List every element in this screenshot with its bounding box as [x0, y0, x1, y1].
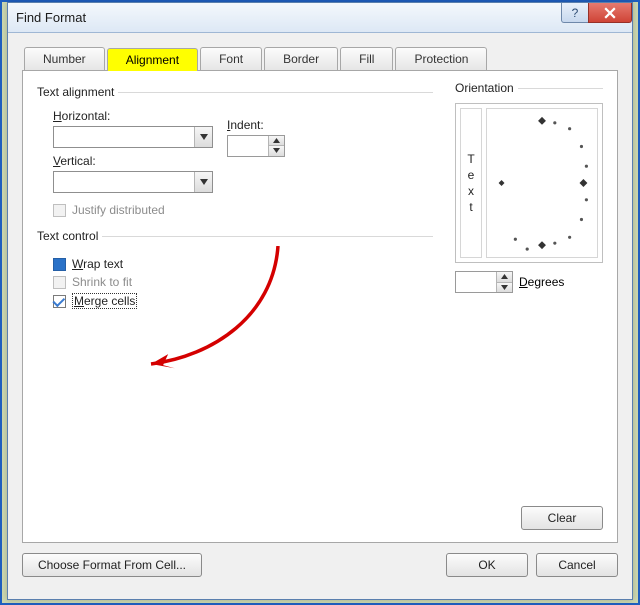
group-text-alignment: Text alignment Horizontal: — [37, 85, 433, 221]
window-title: Find Format — [16, 10, 86, 25]
orientation-panel: T e x t — [455, 103, 603, 263]
checkbox-merge-cells[interactable]: Merge cells — [53, 293, 433, 309]
checkbox-justify-distributed: Justify distributed — [53, 203, 433, 217]
group-orientation: Orientation T e x t — [455, 81, 603, 293]
spinner-degrees-down[interactable] — [496, 282, 512, 293]
tabstrip: Number Alignment Font Border Fill Protec… — [24, 47, 618, 70]
combo-vertical[interactable] — [53, 171, 213, 193]
cancel-button[interactable]: Cancel — [536, 553, 618, 577]
find-format-dialog: Find Format ? Number Alignment Font Bord… — [7, 2, 633, 600]
combo-vertical-input[interactable] — [54, 172, 194, 192]
spinner-indent[interactable] — [227, 135, 285, 157]
tab-fill[interactable]: Fill — [340, 47, 393, 70]
group-text-control: Text control Wrap text Shrink to fit Mer… — [37, 229, 433, 313]
tab-panel-alignment: Text alignment Horizontal: — [22, 70, 618, 543]
checkbox-merge-box[interactable] — [53, 295, 66, 308]
choose-format-from-cell-button[interactable]: Choose Format From Cell... — [22, 553, 202, 577]
combo-horizontal[interactable] — [53, 126, 213, 148]
checkbox-wrap-text-box[interactable] — [53, 258, 66, 271]
checkbox-wrap-text-label: Wrap text — [72, 257, 123, 271]
spinner-indent-input[interactable] — [228, 136, 268, 156]
checkbox-shrink-label: Shrink to fit — [72, 275, 132, 289]
legend-orientation: Orientation — [455, 81, 518, 95]
tab-alignment[interactable]: Alignment — [107, 48, 198, 71]
titlebar[interactable]: Find Format ? — [8, 3, 632, 33]
label-vertical: Vertical: — [53, 154, 213, 168]
orientation-vertical-text-button[interactable]: T e x t — [460, 108, 482, 258]
checkbox-wrap-text[interactable]: Wrap text — [53, 257, 433, 271]
ok-button[interactable]: OK — [446, 553, 528, 577]
combo-horizontal-dropdown[interactable] — [194, 127, 212, 147]
dialog-footer: Choose Format From Cell... OK Cancel — [22, 543, 618, 587]
checkbox-shrink-to-fit: Shrink to fit — [53, 275, 433, 289]
label-indent: Indent: — [227, 118, 285, 132]
help-button[interactable]: ? — [561, 3, 589, 23]
close-button[interactable] — [588, 3, 632, 23]
combo-horizontal-input[interactable] — [54, 127, 194, 147]
legend-text-control: Text control — [37, 229, 102, 243]
tab-number[interactable]: Number — [24, 47, 105, 70]
client-area: Number Alignment Font Border Fill Protec… — [8, 33, 632, 599]
spinner-degrees-up[interactable] — [496, 272, 512, 282]
legend-text-alignment: Text alignment — [37, 85, 118, 99]
spinner-degrees-input[interactable] — [456, 272, 496, 292]
label-degrees: Degrees — [519, 275, 564, 289]
combo-vertical-dropdown[interactable] — [194, 172, 212, 192]
tab-font[interactable]: Font — [200, 47, 262, 70]
orientation-dial[interactable] — [486, 108, 598, 258]
spinner-degrees[interactable] — [455, 271, 513, 293]
spinner-indent-down[interactable] — [268, 145, 284, 156]
checkbox-merge-label: Merge cells — [72, 293, 137, 309]
tab-protection[interactable]: Protection — [395, 47, 487, 70]
checkbox-justify-distributed-box — [53, 204, 66, 217]
label-horizontal: Horizontal: — [53, 109, 213, 123]
spinner-indent-up[interactable] — [268, 136, 284, 146]
checkbox-shrink-box — [53, 276, 66, 289]
checkbox-justify-distributed-label: Justify distributed — [72, 203, 165, 217]
clear-button[interactable]: Clear — [521, 506, 603, 530]
tab-border[interactable]: Border — [264, 47, 338, 70]
